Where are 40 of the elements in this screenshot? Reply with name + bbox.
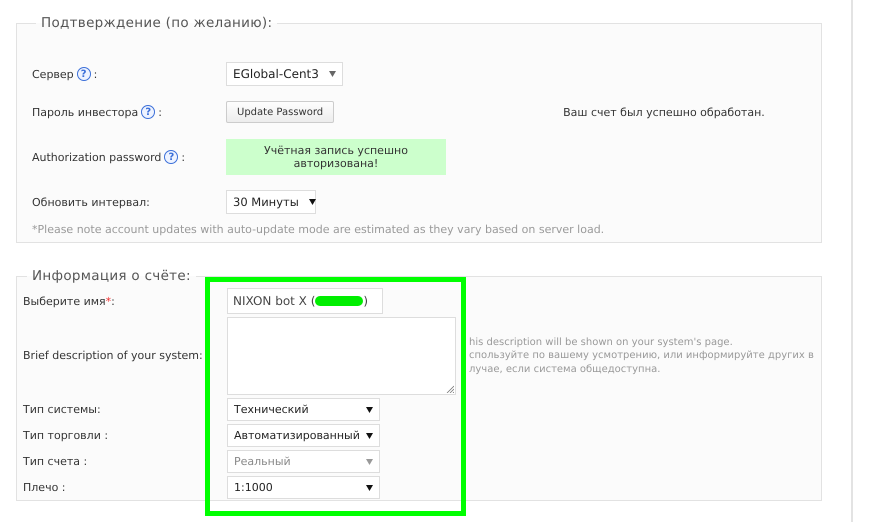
help-icon[interactable]: ? bbox=[164, 150, 178, 164]
field-label: Плечо : bbox=[23, 481, 66, 494]
interval-select[interactable]: 30 Минуты bbox=[226, 190, 316, 214]
field-label: Тип системы: bbox=[23, 403, 101, 416]
label-colon: : bbox=[94, 68, 98, 80]
dropdown-caret-icon bbox=[366, 432, 373, 438]
help-icon[interactable]: ? bbox=[76, 67, 91, 81]
auth-status-banner: Учётная запись успешно авторизована! bbox=[226, 139, 446, 175]
hint-text: лучае, если система общедоступна. bbox=[469, 362, 662, 376]
hint-text: his description will be shown on your system's page. bbox=[469, 336, 734, 350]
dropdown-caret-icon bbox=[366, 458, 373, 464]
section-legend: Подтверждение (по желанию): bbox=[36, 15, 278, 31]
server-select[interactable]: EGlobal-Cent3 bbox=[226, 62, 343, 86]
label-colon: : bbox=[158, 106, 162, 118]
required-mark: * bbox=[106, 294, 112, 308]
name-input[interactable]: NIXON bot X ( ) bbox=[227, 288, 383, 314]
success-message: Ваш счет был успешно обработан. bbox=[563, 106, 765, 118]
dropdown-caret-icon bbox=[366, 406, 373, 412]
note-text: *Please note account updates with auto-update mode are estimated as they vary based on server load. bbox=[32, 223, 606, 236]
field-label: Сервер bbox=[32, 68, 74, 80]
dropdown-caret-icon bbox=[366, 484, 373, 490]
field-label: Тип торговли : bbox=[23, 429, 108, 442]
dropdown-caret-icon bbox=[328, 71, 336, 77]
field-label: Authorization password bbox=[32, 150, 162, 164]
dropdown-select[interactable]: 1:1000 bbox=[227, 476, 380, 499]
field-label: Тип счета : bbox=[23, 455, 88, 468]
label-colon: : bbox=[111, 294, 115, 308]
field-label: Brief description of your system: bbox=[23, 348, 203, 362]
hint-text: спользуйте по вашему усмотрению, или информируйте других в bbox=[469, 349, 814, 363]
field-label: Пароль инвестора bbox=[32, 106, 138, 118]
update-password-button[interactable]: Update Password bbox=[226, 101, 334, 123]
dropdown-select[interactable]: Технический bbox=[227, 398, 380, 421]
help-icon[interactable]: ? bbox=[141, 105, 156, 119]
label-colon: : bbox=[181, 150, 186, 164]
dropdown-caret-icon bbox=[308, 199, 316, 205]
field-label: Обновить интервал: bbox=[32, 196, 150, 208]
resize-grip-icon[interactable] bbox=[446, 385, 454, 393]
section-legend: Информация о счёте: bbox=[27, 268, 196, 284]
field-label: Выберите имя bbox=[23, 294, 106, 308]
dropdown-select[interactable]: Автоматизированный bbox=[227, 424, 380, 447]
